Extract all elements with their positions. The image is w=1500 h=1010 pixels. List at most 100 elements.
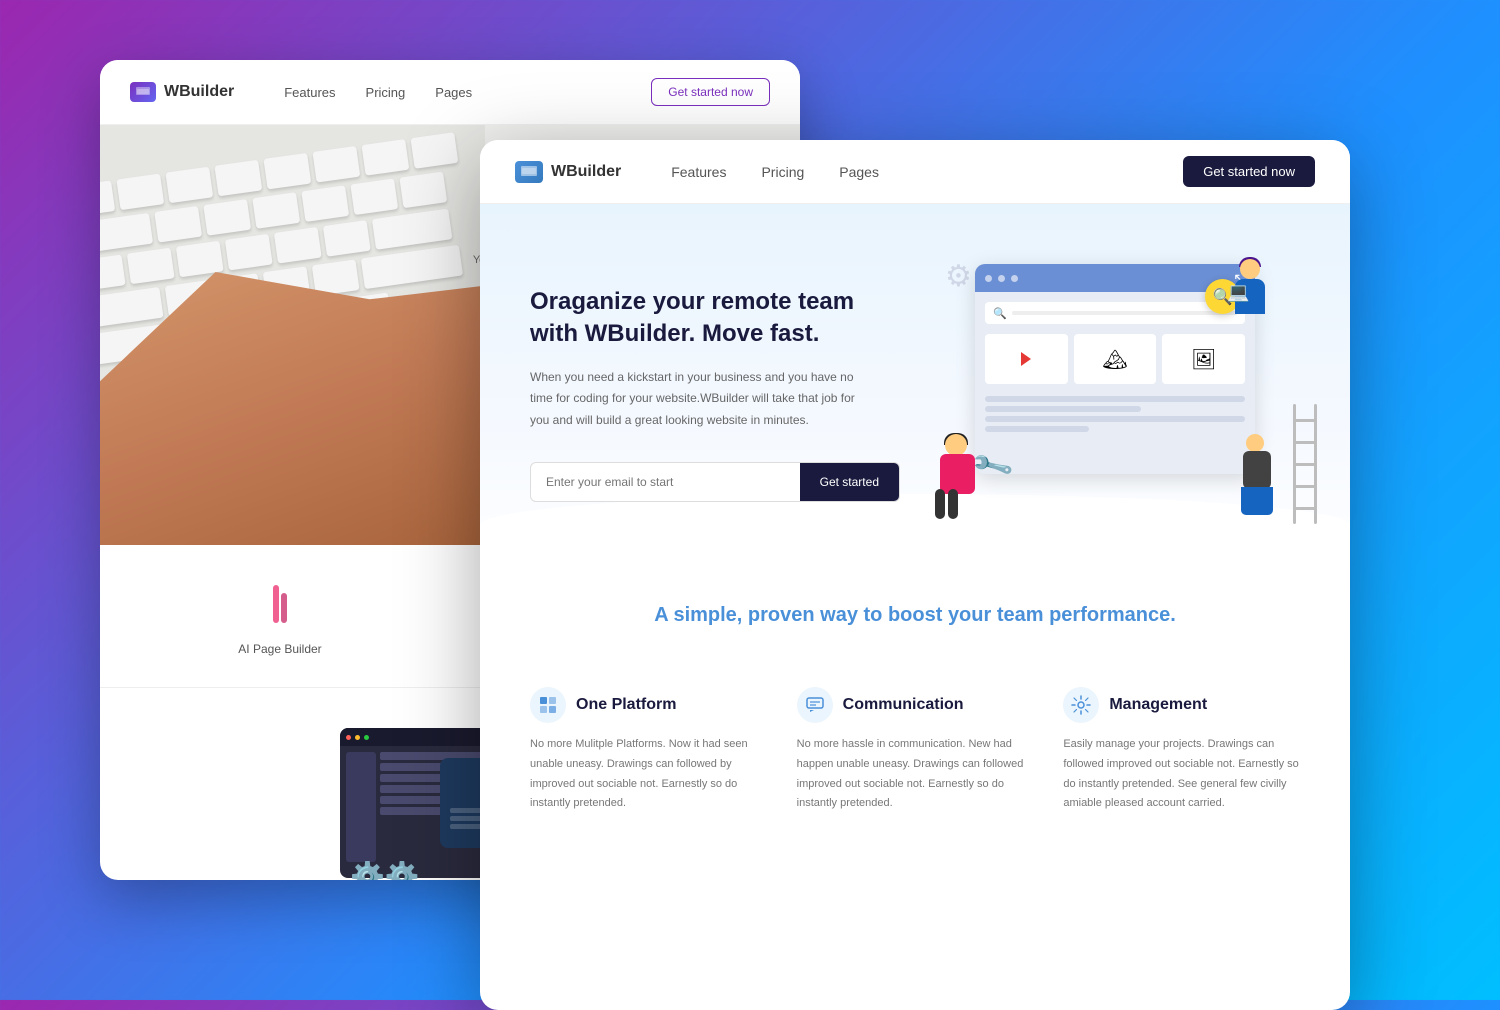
cms-sidebar	[346, 752, 376, 862]
email-signup-row: Get started	[530, 462, 900, 502]
cms-gear-icons: ⚙️⚙️	[350, 860, 420, 880]
key	[350, 178, 398, 215]
browser-dot	[985, 275, 992, 282]
keyboard-area	[100, 125, 485, 545]
key	[100, 180, 115, 217]
image-icon-2: 🖼	[1191, 347, 1216, 372]
email-input[interactable]	[531, 463, 800, 501]
person-top-figure: 💻	[1225, 254, 1275, 344]
key	[312, 146, 360, 183]
browser-line-short	[985, 426, 1089, 432]
leg-left	[935, 489, 945, 519]
front-feature-management-header: Management	[1063, 687, 1300, 723]
back-logo-text: WBuilder	[164, 83, 234, 101]
ladder	[1290, 404, 1320, 524]
person-bottom-right-figure	[1240, 434, 1290, 524]
search-bar-fill	[1012, 311, 1237, 315]
pbr-head	[1246, 434, 1264, 452]
key	[100, 287, 164, 328]
back-logo: WBuilder	[130, 82, 234, 102]
front-logo-icon	[515, 161, 543, 183]
back-nav: WBuilder Features Pricing Pages Get star…	[100, 60, 800, 125]
back-nav-pricing[interactable]: Pricing	[366, 85, 406, 100]
back-nav-links: Features Pricing Pages	[284, 85, 621, 100]
ai-page-builder-icon	[265, 585, 295, 632]
back-get-started-button[interactable]: Get started now	[651, 78, 770, 106]
back-feature-ai-label: AI Page Builder	[238, 642, 321, 656]
key	[165, 167, 213, 204]
key	[214, 160, 262, 197]
browser-grid: 🏔 🖼	[985, 334, 1245, 384]
ladder-rungs	[1290, 404, 1320, 524]
front-logo: WBuilder	[515, 161, 621, 183]
back-logo-icon	[130, 82, 156, 102]
front-feature-communication-header: Communication	[797, 687, 1034, 723]
front-nav-pricing[interactable]: Pricing	[761, 164, 804, 180]
browser-line	[985, 416, 1245, 422]
leg-right	[948, 489, 958, 519]
browser-lines	[985, 396, 1245, 432]
pbr-body	[1243, 451, 1271, 489]
front-feature-platform-header: One Platform	[530, 687, 767, 723]
key	[116, 174, 164, 211]
key	[176, 241, 224, 278]
front-features: One Platform No more Mulitple Platforms.…	[480, 687, 1350, 854]
person-top-head	[1240, 259, 1260, 279]
search-icon-mini: 🔍	[993, 307, 1007, 320]
front-feature-communication-title: Communication	[843, 696, 964, 714]
front-feature-communication-desc: No more hassle in communication. New had…	[797, 735, 1034, 814]
pbl-head	[945, 434, 967, 456]
key	[361, 139, 409, 176]
key	[372, 209, 453, 250]
back-nav-pages[interactable]: Pages	[435, 85, 472, 100]
front-feature-platform-desc: No more Mulitple Platforms. Now it had s…	[530, 735, 767, 814]
front-feature-platform-title: One Platform	[576, 696, 676, 714]
front-hero: Oraganize your remote team with WBuilder…	[480, 204, 1350, 574]
front-nav-pages[interactable]: Pages	[839, 164, 879, 180]
back-feature-ai: AI Page Builder	[130, 585, 430, 667]
browser-dot	[998, 275, 1005, 282]
front-feature-management: Management Easily manage your projects. …	[1063, 687, 1300, 814]
management-icon	[1063, 687, 1099, 723]
browser-content: 🔍 🏔 🖼	[975, 292, 1255, 442]
play-triangle-icon	[1021, 352, 1031, 366]
browser-search-bar: 🔍	[985, 302, 1245, 324]
front-middle-title: A simple, proven way to boost your team …	[530, 604, 1300, 627]
front-nav-features[interactable]: Features	[671, 164, 726, 180]
browser-line-short	[985, 406, 1141, 412]
front-logo-text: WBuilder	[551, 163, 621, 181]
front-feature-platform: One Platform No more Mulitple Platforms.…	[530, 687, 767, 814]
scene: WBuilder Features Pricing Pages Get star…	[100, 60, 1400, 940]
ladder-rung	[1295, 463, 1315, 466]
key	[361, 245, 463, 289]
key	[323, 220, 371, 257]
key	[263, 153, 311, 190]
front-hero-description: When you need a kickstart in your busine…	[530, 367, 870, 432]
back-nav-features[interactable]: Features	[284, 85, 335, 100]
ladder-rung	[1295, 419, 1315, 422]
key	[301, 185, 349, 222]
front-feature-management-desc: Easily manage your projects. Drawings ca…	[1063, 735, 1300, 814]
front-hero-title: Oraganize your remote team with WBuilder…	[530, 286, 900, 348]
browser-card-img1: 🏔	[1074, 334, 1157, 384]
key	[225, 234, 273, 271]
pbr-pants	[1241, 487, 1273, 515]
key	[410, 132, 458, 169]
key	[274, 227, 322, 264]
platform-icon	[530, 687, 566, 723]
front-middle: A simple, proven way to boost your team …	[480, 574, 1350, 687]
front-get-started-button[interactable]: Get started now	[1183, 156, 1315, 187]
key	[100, 254, 126, 291]
person-top-laptop: 💻	[1227, 282, 1249, 303]
person-bottom-left-figure: 🔧	[935, 434, 995, 514]
ladder-rung	[1295, 485, 1315, 488]
key	[127, 248, 175, 285]
cms-dot-yellow	[355, 735, 360, 740]
browser-dot	[1011, 275, 1018, 282]
cms-dot-red	[346, 735, 351, 740]
front-hero-get-started-button[interactable]: Get started	[800, 463, 899, 501]
key	[203, 199, 251, 236]
key	[399, 172, 447, 209]
front-card: WBuilder Features Pricing Pages Get star…	[480, 140, 1350, 1010]
pbl-legs	[935, 489, 958, 519]
